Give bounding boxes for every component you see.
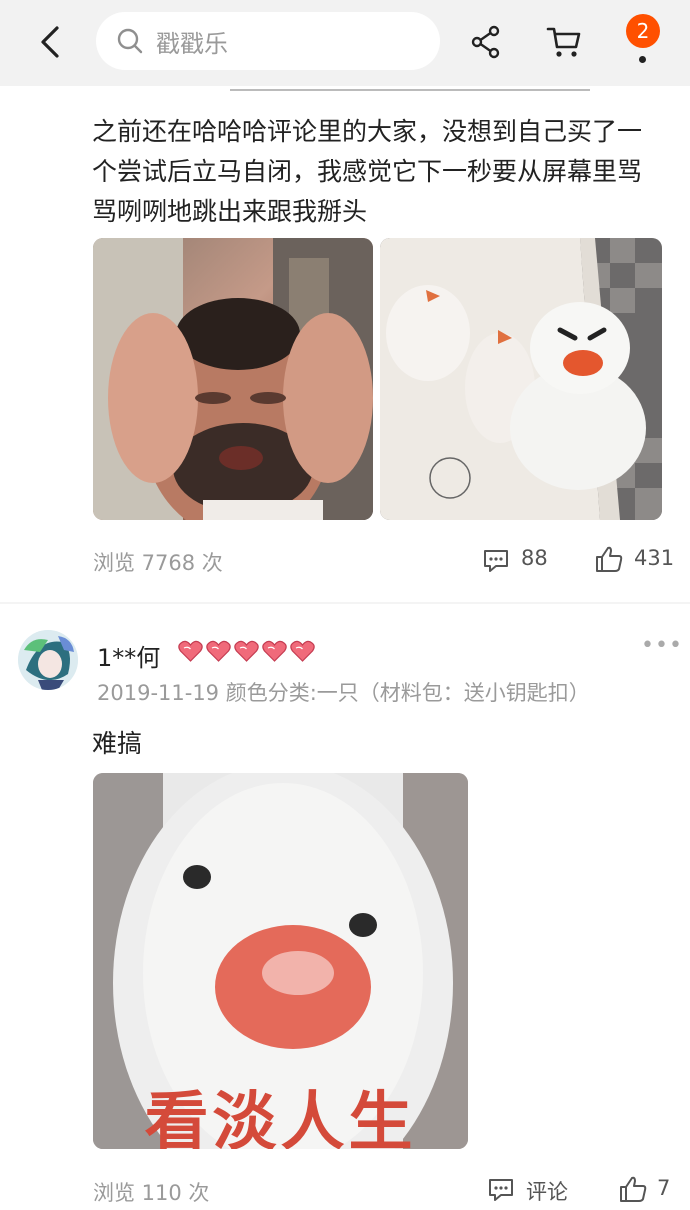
more-options-icon[interactable]: ••• [641, 633, 683, 658]
user-level-hearts [178, 640, 315, 662]
like-count: 7 [657, 1176, 671, 1200]
chevron-left-icon [41, 26, 59, 58]
cart-button[interactable] [544, 22, 584, 62]
review-photo-felt-bird[interactable] [380, 238, 662, 520]
comment-icon[interactable] [482, 548, 510, 574]
like-icon[interactable] [618, 1175, 648, 1203]
like-count: 431 [634, 546, 675, 570]
messages-button[interactable]: 2 [620, 10, 664, 72]
search-icon [117, 28, 143, 54]
review-photo-felt-bird-closeup[interactable]: 看淡人生 [93, 773, 468, 1149]
heart-icon [206, 640, 231, 662]
share-icon [471, 25, 500, 59]
more-dot-icon [639, 56, 646, 63]
comment-label[interactable]: 评论 [526, 1176, 568, 1206]
back-button[interactable] [30, 22, 70, 62]
heart-icon [234, 640, 259, 662]
heart-icon [262, 640, 287, 662]
divider [0, 602, 690, 604]
heart-icon [178, 640, 203, 662]
search-placeholder: 戳戳乐 [156, 29, 228, 58]
cut-off-text [230, 86, 590, 94]
review-text: 之前还在哈哈哈评论里的大家，没想到自己买了一个尝试后立马自闭，我感觉它下一秒要从… [92, 117, 643, 226]
review-text: 难搞 [92, 729, 143, 758]
avatar[interactable] [18, 630, 78, 690]
view-count: 浏览 7768 次 [93, 551, 223, 575]
notification-badge: 2 [626, 14, 660, 48]
review-meta: 2019-11-19 颜色分类:一只（材料包：送小钥匙扣） [97, 681, 590, 705]
share-button[interactable] [466, 22, 506, 62]
image-caption: 看淡人生 [144, 1085, 417, 1149]
view-count: 浏览 110 次 [93, 1181, 210, 1205]
top-bar: 戳戳乐 2 [0, 0, 690, 86]
like-icon[interactable] [594, 545, 624, 573]
heart-icon [290, 640, 315, 662]
comment-icon[interactable] [487, 1177, 515, 1203]
comment-count: 88 [521, 546, 548, 570]
cart-icon [546, 27, 581, 57]
review-photo-crying-man[interactable] [93, 238, 373, 520]
search-bar[interactable]: 戳戳乐 [96, 12, 440, 70]
username[interactable]: 1**何 [97, 638, 160, 673]
